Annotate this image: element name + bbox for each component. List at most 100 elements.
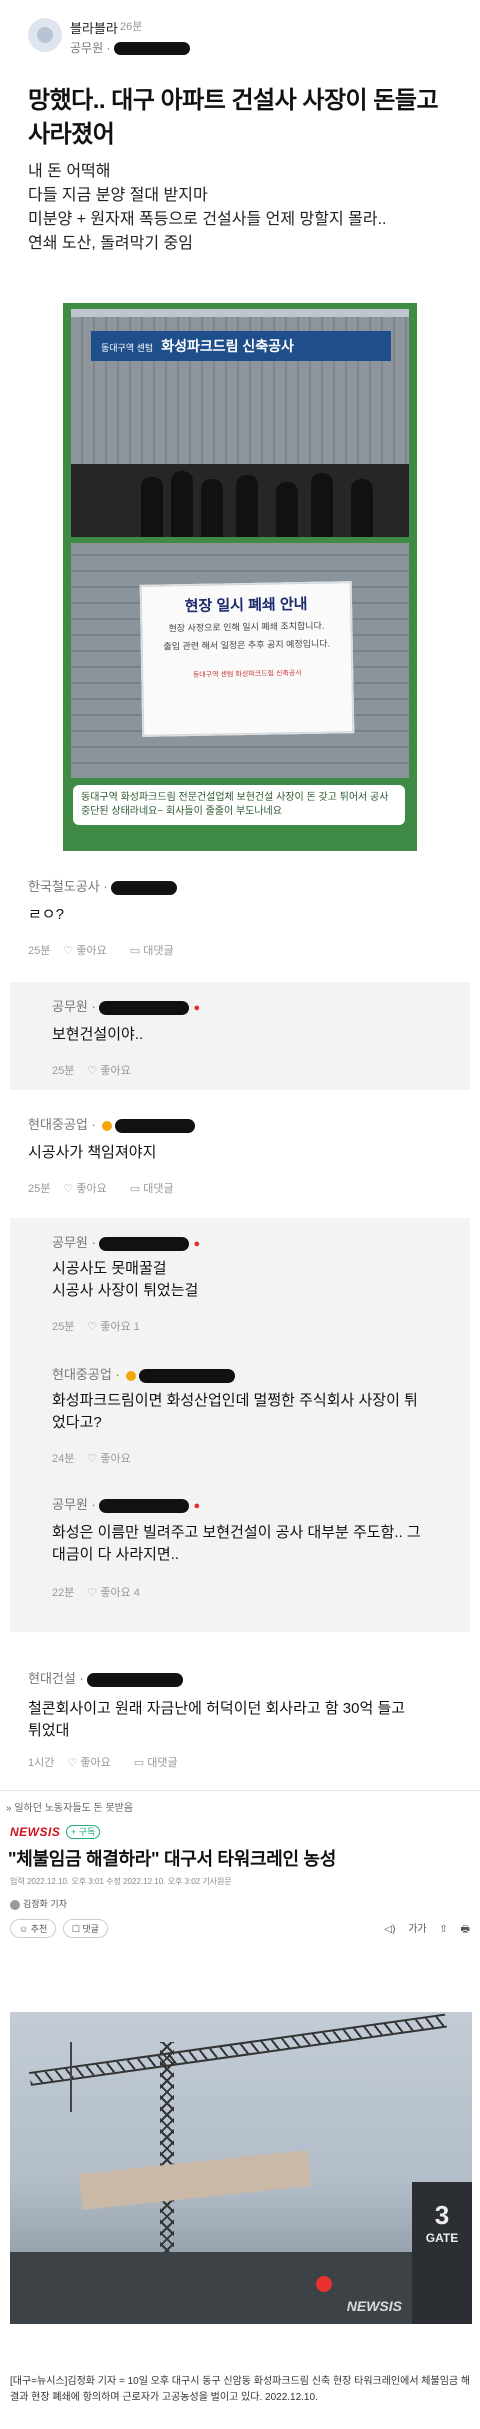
comment-text: 시공사도 못매꿀걸 시공사 사장이 튀었는걸 <box>52 1258 462 1302</box>
newsis-logo[interactable]: NEWSIS <box>10 1825 60 1839</box>
font-size-icon[interactable]: 가가 <box>408 1924 426 1935</box>
reply-label: 대댓글 <box>143 945 174 957</box>
comment-time: 1시간 <box>28 1757 55 1769</box>
like-button[interactable]: ♡ 좋아요 4 <box>87 1587 149 1599</box>
comment: 현대중공업 · 시공사가 책임져야지 25분 ♡ 좋아요 ▭ 대댓글 <box>0 1100 480 1210</box>
reply-comment: 공무원 · ● 화성은 이름만 빌려주고 보현건설이 공사 대부분 주도함.. … <box>10 1480 470 1632</box>
print-icon[interactable]: 🖶 <box>461 1924 470 1935</box>
audio-icon[interactable]: ◁) <box>384 1924 395 1935</box>
company-label: 공무원 <box>52 1497 88 1512</box>
subscribe-button[interactable]: + 구독 <box>66 1825 101 1839</box>
newsis-watermark-icon <box>316 2276 332 2292</box>
comment: 한국철도공사 · ㄹㅇ? 25분 ♡ 좋아요 ▭ 대댓글 <box>0 862 480 990</box>
comment-line: 시공사도 못매꿀걸 <box>52 1260 167 1277</box>
share-icon[interactable]: ⇧ <box>439 1924 447 1935</box>
like-button[interactable]: ♡ 좋아요 <box>63 1183 116 1195</box>
news-reporter[interactable]: 김정화 기자 <box>10 1897 67 1910</box>
redaction-mask <box>113 42 190 56</box>
comment-company: 공무원 · ● <box>52 1235 201 1251</box>
comment-time: 25분 <box>28 945 51 957</box>
comment-time: 22분 <box>52 1587 75 1599</box>
post-image[interactable]: 동대구역 센텀 화성파크드림 신축공사 현장 일시 폐쇄 안내 현장 사정으로 인… <box>63 303 417 851</box>
gate-sign: 3 GATE <box>412 2182 472 2324</box>
comment-time: 24분 <box>52 1453 75 1465</box>
reply-button[interactable]: ▭ 대댓글 <box>134 1757 188 1769</box>
author-mark-icon: ● <box>193 1499 201 1512</box>
divider <box>0 1790 480 1791</box>
like-button[interactable]: ♡ 좋아요 <box>87 1453 140 1465</box>
reply-comment: 공무원 · ● 보현건설이야.. 25분 ♡ 좋아요 <box>10 982 470 1090</box>
like-button[interactable]: ♡ 좋아요 1 <box>87 1321 149 1333</box>
news-photo[interactable]: 3 GATE NEWSIS <box>10 2012 472 2324</box>
comment-meta: 1시간 ♡ 좋아요 ▭ 대댓글 <box>28 1754 198 1770</box>
comment-text: 시공사가 책임져야지 <box>28 1144 157 1161</box>
comment-text: 철콘회사이고 원래 자금난에 허덕이던 회사라고 함 30억 들고튀었대 <box>28 1698 458 1742</box>
like-label: 좋아요 <box>80 1757 111 1769</box>
comment-time: 25분 <box>28 1183 51 1195</box>
post-title: 망했다.. 대구 아파트 건설사 사장이 돈들고 사라졌어 <box>28 87 439 148</box>
person-silhouette <box>141 477 163 537</box>
news-photo-caption: [대구=뉴시스]김정화 기자 = 10일 오후 대구시 동구 신암동 화성파크드… <box>10 2376 471 2403</box>
comment-company: 공무원 · ● <box>52 999 201 1015</box>
like-label: 좋아요 4 <box>100 1587 140 1599</box>
comment-company: 공무원 · ● <box>52 1497 201 1513</box>
like-label: 좋아요 <box>76 1183 107 1195</box>
reporter-name: 김정화 기자 <box>23 1899 67 1909</box>
person-silhouette <box>201 479 223 537</box>
person-silhouette <box>171 471 193 537</box>
reply-label: 대댓글 <box>147 1757 178 1769</box>
author-mark-icon: ● <box>193 1237 201 1250</box>
comment-meta: 25분 ♡ 좋아요 <box>52 1062 151 1078</box>
badge-icon <box>126 1370 137 1381</box>
comment-meta: 22분 ♡ 좋아요 4 <box>52 1584 160 1600</box>
like-label: 좋아요 1 <box>100 1321 140 1333</box>
news-intro-label: » 일하던 노동자들도 돈 못받음 <box>6 1803 134 1814</box>
post-body-line: 내 돈 어떡해 <box>28 163 111 180</box>
construction-wall <box>10 2252 472 2324</box>
person-silhouette <box>236 475 258 537</box>
comment-line: 철콘회사이고 원래 자금난에 허덕이던 회사라고 함 30억 들고 <box>28 1700 406 1717</box>
person-silhouette <box>311 473 333 537</box>
company-label: 현대중공업 <box>28 1117 88 1132</box>
comment-line: 대금이 다 사라지면.. <box>52 1546 180 1563</box>
like-button[interactable]: ♡ 좋아요 <box>63 945 116 957</box>
author-name[interactable]: 블라블라 <box>70 18 118 37</box>
post-time: 26분 <box>120 21 143 33</box>
redaction-mask <box>99 1236 190 1251</box>
recommend-button[interactable]: ☺ 추천 <box>10 1919 57 1938</box>
news-headline: "체불임금 해결하라" 대구서 타워크레인 농성 <box>8 1849 336 1869</box>
like-button[interactable]: ♡ 좋아요 <box>67 1757 120 1769</box>
photo-watermark: NEWSIS <box>346 2298 402 2314</box>
like-label: 좋아요 <box>76 945 107 957</box>
notice-line: 출입 관련 해서 일정은 추후 공지 예정입니다. <box>163 638 331 652</box>
image-caption: 동대구역 화성파크드림 전문건설업체 보현건설 사장이 돈 갖고 튀어서 공사 … <box>73 785 405 825</box>
reply-button[interactable]: ▭ 대댓글 <box>130 945 184 957</box>
post-header: 블라블라 26분 공무원 · <box>28 14 468 64</box>
company-label: 공무원 <box>52 999 88 1014</box>
post-body-line: 미분양 + 원자재 폭등으로 건설사들 언제 망할지 몰라.. <box>28 211 387 228</box>
reply-comment: 현대중공업 · 화성파크드림이면 화성산업인데 멀쩡한 주식회사 사장이 튀었다… <box>10 1350 470 1480</box>
reply-button[interactable]: ▭ 대댓글 <box>130 1183 184 1195</box>
redaction-mask <box>115 1118 196 1133</box>
recommend-label: 추천 <box>30 1924 48 1934</box>
closed-gate-photo: 현장 일시 폐쇄 안내 현장 사정으로 인해 일시 폐쇄 조치합니다. 출입 관… <box>71 543 409 778</box>
reply-comment: 공무원 · ● 시공사도 못매꿀걸 시공사 사장이 튀었는걸 25분 ♡ 좋아요 … <box>10 1218 470 1350</box>
comment-line: 었다고? <box>52 1414 102 1431</box>
post-body-line: 연쇄 도산, 돌려막기 중임 <box>28 235 193 252</box>
company-label: 공무원 <box>70 41 104 55</box>
comment-meta: 24분 ♡ 좋아요 <box>52 1450 151 1466</box>
comment-line: 튀었대 <box>28 1722 70 1739</box>
avatar[interactable] <box>28 18 62 52</box>
author-mark-icon: ● <box>193 1001 201 1014</box>
like-label: 좋아요 <box>100 1453 131 1465</box>
comment-button[interactable]: ☐ 댓글 <box>62 1919 108 1938</box>
comment-text: ㄹㅇ? <box>28 906 64 923</box>
comment-text: 화성은 이름만 빌려주고 보현건설이 공사 대부분 주도함.. 그 대금이 다 사… <box>52 1522 462 1566</box>
crane-jib <box>29 2013 447 2086</box>
protest-banner <box>78 2150 312 2210</box>
like-button[interactable]: ♡ 좋아요 <box>87 1065 140 1077</box>
comment-meta: 25분 ♡ 좋아요 1 <box>52 1318 160 1334</box>
comment-company: 현대중공업 · <box>52 1364 236 1383</box>
company-label: 한국철도공사 <box>28 879 100 894</box>
comment-line: 화성파크드림이면 화성산업인데 멀쩡한 주식회사 사장이 튀 <box>52 1392 418 1409</box>
